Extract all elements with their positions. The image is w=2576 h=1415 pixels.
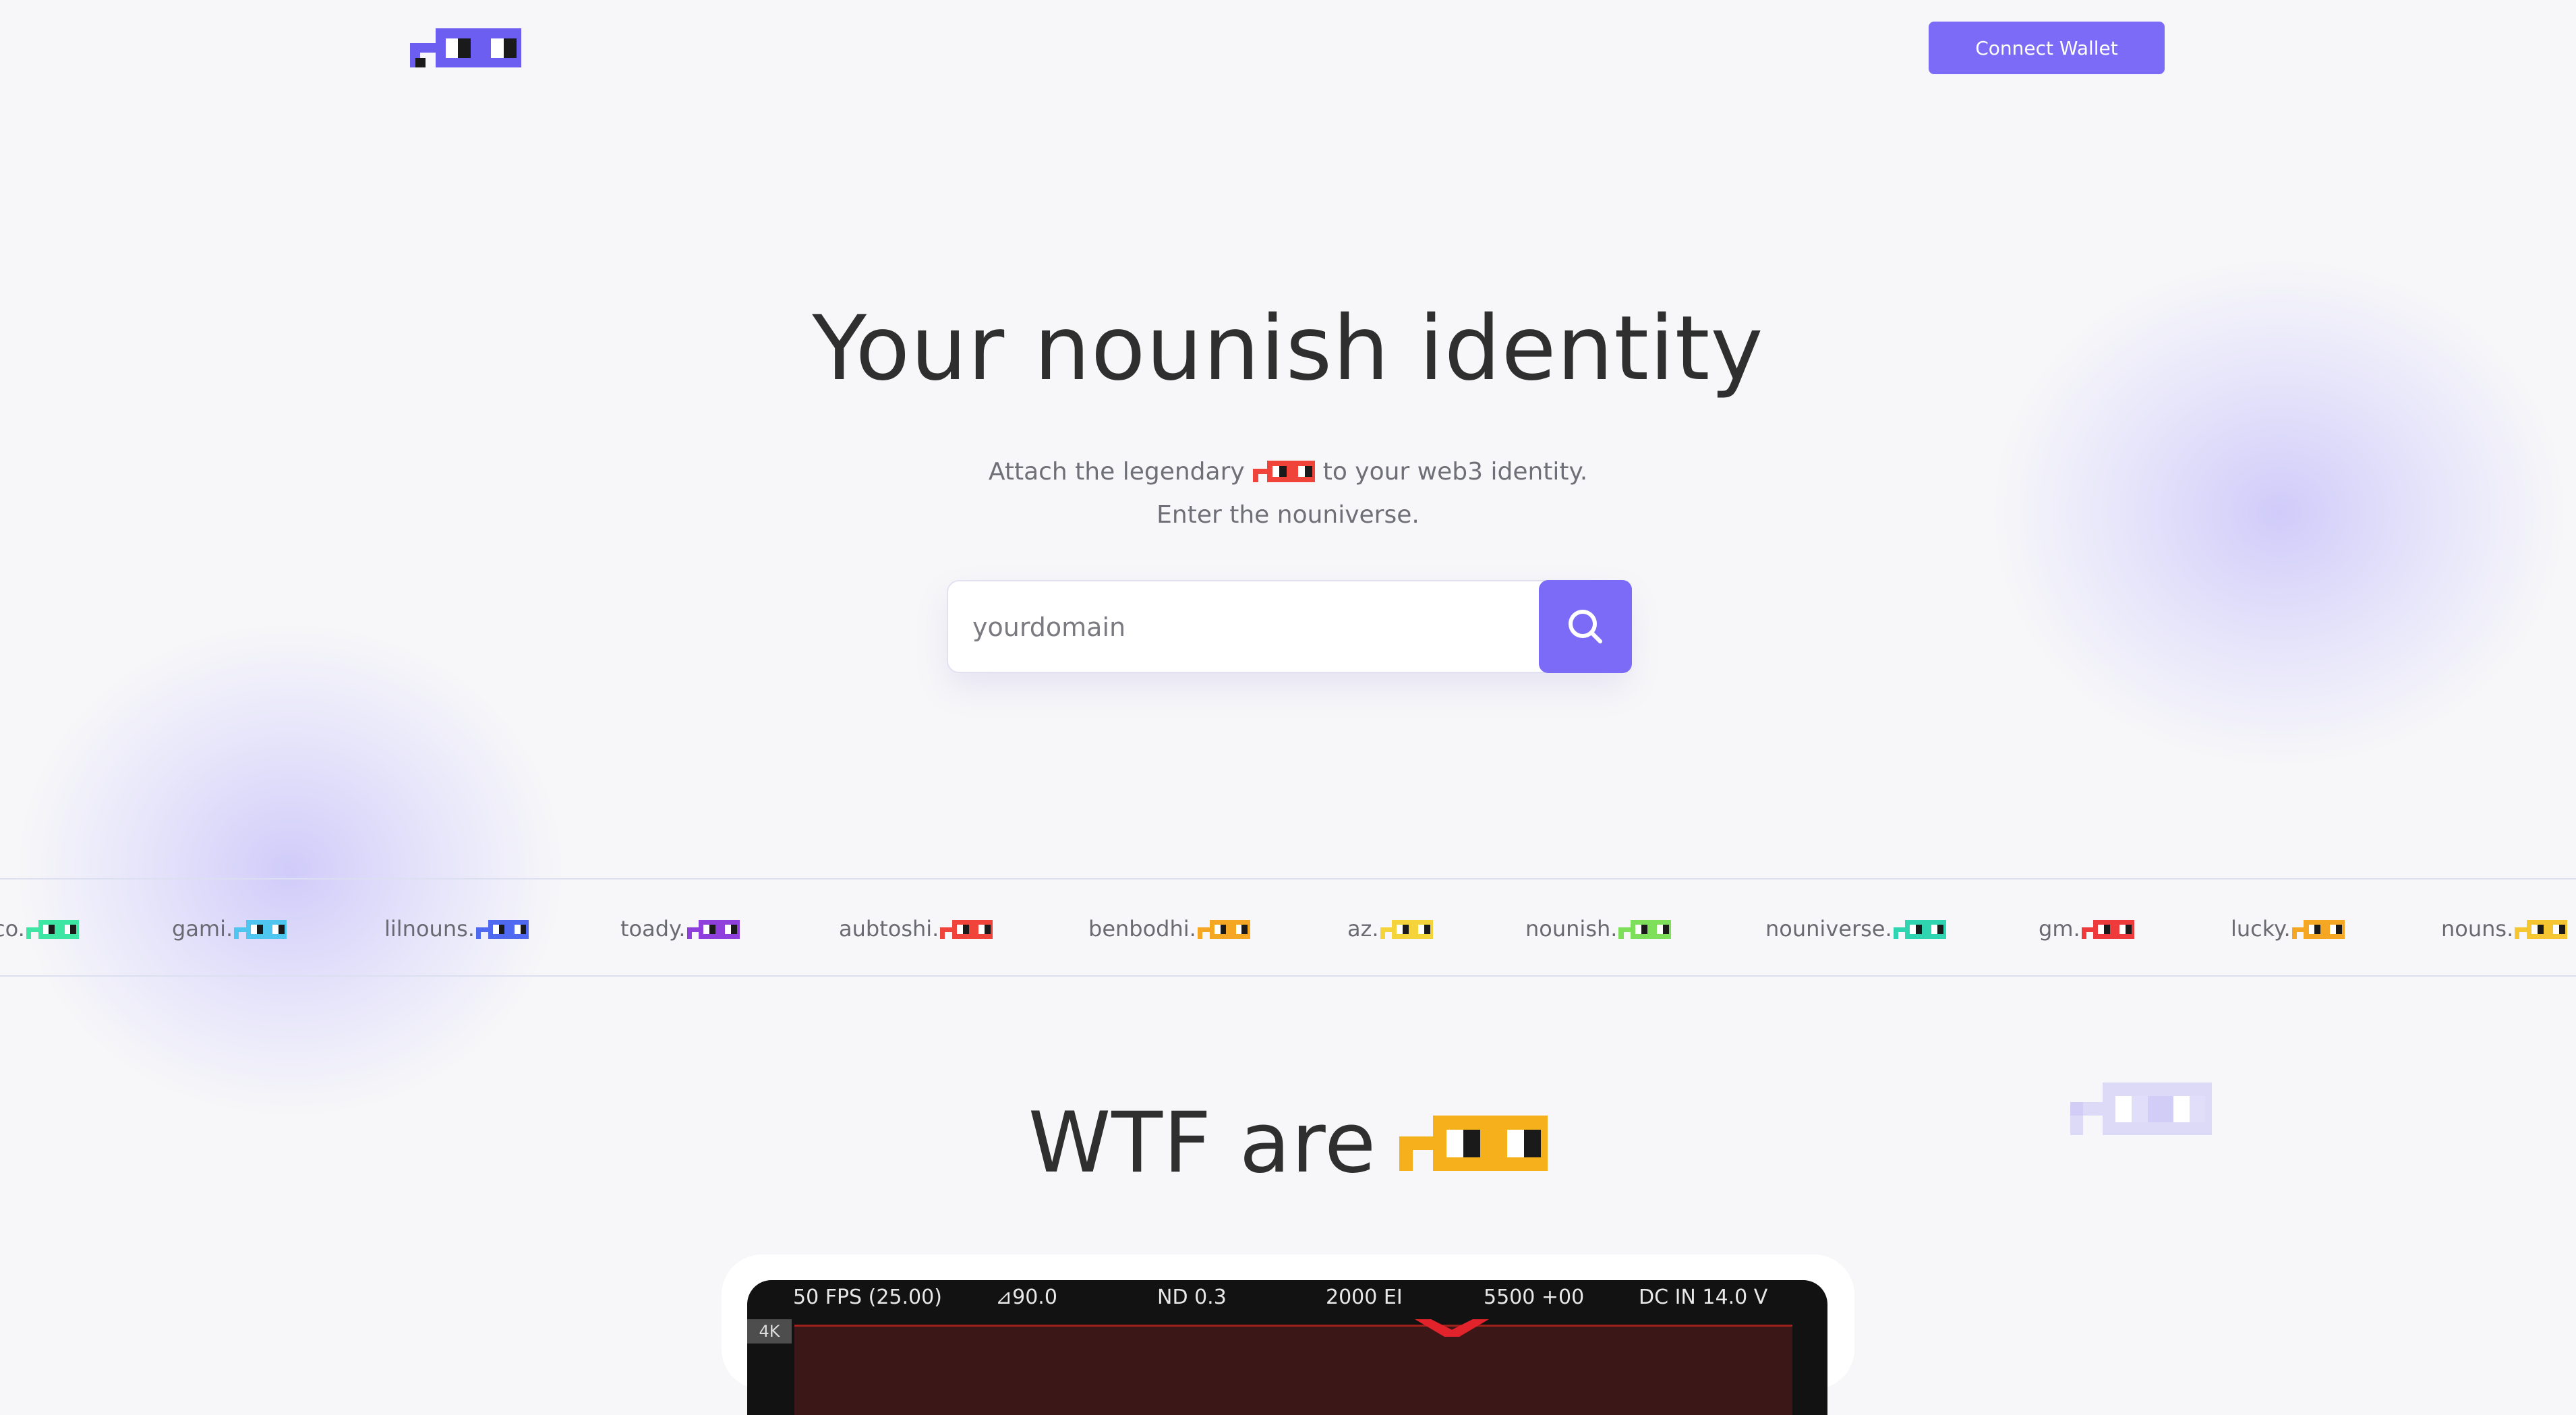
ticker-glasses-icon [234, 920, 287, 939]
video-card: 50 FPS (25.00) ⊿90.0 ND 0.3 2000 EI 5500… [722, 1254, 1854, 1415]
wtf-heading: WTF are [0, 1093, 2576, 1194]
ticker-item-label: benbodhi. [1088, 916, 1196, 942]
page-title: Your nounish identity [812, 297, 1764, 401]
ticker-item-label: nouniverse. [1765, 916, 1892, 942]
subtitle-text-after: to your web3 identity. [1322, 458, 1588, 486]
search-button[interactable] [1539, 580, 1632, 673]
ticker-glasses-icon [940, 920, 993, 939]
domain-search-input[interactable] [971, 602, 1513, 653]
video-nd-readout: ND 0.3 [1157, 1286, 1227, 1309]
video-ei-readout: 2000 EI [1326, 1286, 1403, 1309]
video-player[interactable]: 50 FPS (25.00) ⊿90.0 ND 0.3 2000 EI 5500… [747, 1280, 1827, 1415]
red-glasses-icon [1252, 461, 1315, 482]
ticker-glasses-icon [26, 920, 79, 939]
ticker-item[interactable]: az. [1347, 916, 1433, 942]
subtitle-line-2: Enter the nouniverse. [1157, 501, 1419, 529]
ticker-glasses-icon [475, 920, 529, 939]
subtitle-text-before: Attach the legendary [988, 458, 1245, 486]
ticker-item-label: az. [1347, 916, 1379, 942]
ticker-glasses-icon [2291, 920, 2345, 939]
ticker-item-label: aubtoshi. [839, 916, 939, 942]
ticker-item-label: lilnouns. [384, 916, 475, 942]
ticker-glasses-icon [1380, 920, 1433, 939]
ticker-glasses-icon [1197, 920, 1250, 939]
ticker-item-label: lucky. [2231, 916, 2291, 942]
domain-ticker: co. gami. lilnouns. toady. aubtoshi. benbodhi… [0, 878, 2576, 977]
ticker-glasses-icon [1618, 920, 1672, 939]
ticker-item[interactable]: aubtoshi. [839, 916, 993, 942]
ticker-item[interactable]: lilnouns. [384, 916, 529, 942]
hero-subtitle: Attach the legendary to your web3 identit… [0, 451, 2576, 537]
domain-search-box [947, 580, 1632, 673]
ticker-item-label: nouns. [2441, 916, 2514, 942]
ticker-item-label: gm. [2039, 916, 2080, 942]
video-power-readout: DC IN 14.0 V [1639, 1286, 1768, 1309]
ticker-item[interactable]: nouns. [2441, 916, 2568, 942]
wtf-heading-text: WTF are [1028, 1095, 1377, 1192]
ticker-item[interactable]: gm. [2039, 916, 2134, 942]
ticker-glasses-icon [686, 920, 740, 939]
decorative-blob-left [13, 620, 566, 1120]
subtitle-line-1: Attach the legendary to your web3 identit… [0, 451, 2576, 494]
yellow-glasses-icon [1399, 1116, 1548, 1171]
ticker-item-label: nounish. [1525, 916, 1618, 942]
ticker-item[interactable]: benbodhi. [1088, 916, 1250, 942]
search-icon [1569, 610, 1602, 643]
ticker-item[interactable]: nouniverse. [1765, 916, 1946, 942]
video-frame [794, 1325, 1792, 1415]
ticker-item[interactable]: co. [0, 916, 79, 942]
connect-wallet-button[interactable]: Connect Wallet [1929, 22, 2165, 74]
ticker-glasses-icon [2081, 920, 2134, 939]
ticker-item[interactable]: gami. [172, 916, 287, 942]
ticker-item-label: co. [0, 916, 25, 942]
ticker-item-label: gami. [172, 916, 233, 942]
logo-glasses-icon[interactable] [410, 28, 521, 67]
video-resolution-badge: 4K [747, 1319, 792, 1344]
ticker-item[interactable]: lucky. [2231, 916, 2345, 942]
video-wb-readout: 5500 +00 [1484, 1286, 1585, 1309]
ticker-item[interactable]: toady. [620, 916, 740, 942]
ticker-item-label: toady. [620, 916, 686, 942]
ticker-glasses-icon [1893, 920, 1946, 939]
video-fps-readout: 50 FPS (25.00) [793, 1286, 942, 1309]
ticker-glasses-icon [2515, 920, 2568, 939]
ticker-item[interactable]: nounish. [1525, 916, 1672, 942]
video-shutter-readout: ⊿90.0 [995, 1286, 1057, 1309]
